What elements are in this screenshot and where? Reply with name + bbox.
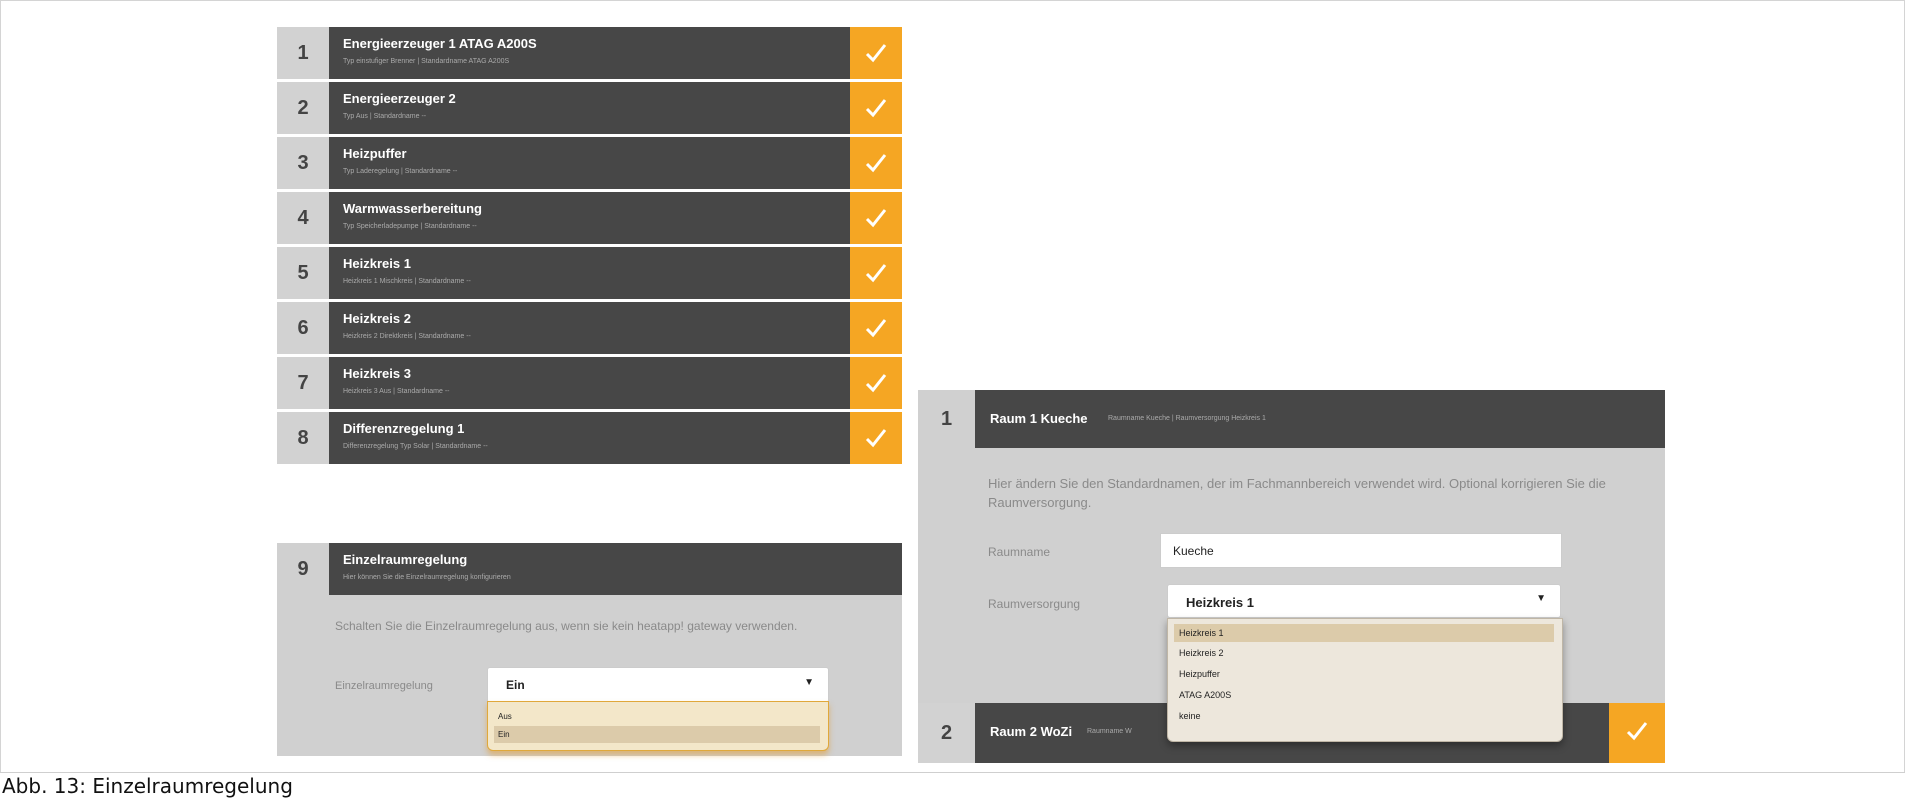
field-label: Raumversorgung [988, 597, 1081, 611]
dropdown-option[interactable]: ATAG A200S [1174, 686, 1554, 704]
step-header[interactable]: Energieerzeuger 2 Typ Aus | Standardname… [329, 82, 850, 134]
room-number: 1 [940, 408, 953, 430]
step-number: 1 [277, 27, 329, 79]
input-value: Kueche [1173, 544, 1214, 558]
step-header[interactable]: Warmwasserbereitung Typ Speicherladepump… [329, 192, 850, 244]
check-icon [850, 412, 902, 464]
check-icon [850, 82, 902, 134]
step-3[interactable]: 3 Heizpuffer Typ Laderegelung | Standard… [277, 137, 902, 189]
step-number: 2 [277, 82, 329, 134]
einzelraumregelung-select[interactable]: Ein ▼ [487, 667, 829, 703]
step-title: Heizkreis 2 [343, 311, 411, 326]
step-subtitle: Typ einstufiger Brenner | Standardname A… [343, 58, 510, 65]
step-subtitle: Heizkreis 2 Direktkreis | Standardname -… [343, 333, 471, 340]
step-2[interactable]: 2 Energieerzeuger 2 Typ Aus | Standardna… [277, 82, 902, 134]
room-number: 2 [918, 703, 975, 763]
step-subtitle: Hier können Sie die Einzelraumregelung k… [343, 574, 511, 581]
field-label: Einzelraumregelung [335, 680, 433, 692]
dropdown-list: Aus Ein [487, 701, 829, 751]
room-subtitle: Raumname Kueche | Raumversorgung Heizkre… [1108, 415, 1266, 422]
dropdown-option[interactable]: Heizpuffer [1174, 665, 1554, 683]
dropdown-option[interactable]: Heizkreis 1 [1174, 624, 1554, 642]
chevron-down-icon: ▼ [804, 677, 814, 688]
check-icon [1609, 703, 1665, 763]
step-5[interactable]: 5 Heizkreis 1 Heizkreis 1 Mischkreis | S… [277, 247, 902, 299]
step-header[interactable]: Heizkreis 1 Heizkreis 1 Mischkreis | Sta… [329, 247, 850, 299]
check-icon [850, 247, 902, 299]
step-header[interactable]: Energieerzeuger 1 ATAG A200S Typ einstuf… [329, 27, 850, 79]
step-header[interactable]: Heizkreis 3 Heizkreis 3 Aus | Standardna… [329, 357, 850, 409]
chevron-down-icon: ▼ [1536, 593, 1546, 604]
step-number: 9 [297, 558, 309, 580]
check-icon [850, 357, 902, 409]
dropdown-option[interactable]: Ein [494, 726, 820, 743]
step-header[interactable]: Differenzregelung 1 Differenzregelung Ty… [329, 412, 850, 464]
step-subtitle: Differenzregelung Typ Solar | Standardna… [343, 443, 488, 450]
select-value: Ein [506, 678, 525, 692]
step-title: Energieerzeuger 2 [343, 91, 456, 106]
raumname-input[interactable]: Kueche [1160, 533, 1562, 568]
step-8[interactable]: 8 Differenzregelung 1 Differenzregelung … [277, 412, 902, 464]
step-title: Einzelraumregelung [343, 552, 468, 567]
step-subtitle: Heizkreis 3 Aus | Standardname -- [343, 388, 450, 395]
step-title: Heizkreis 1 [343, 256, 411, 271]
figure-caption: Abb. 13: Einzelraumregelung [0, 772, 1905, 798]
check-icon [850, 27, 902, 79]
dropdown-option[interactable]: keine [1174, 707, 1554, 725]
dropdown-option[interactable]: Aus [494, 708, 820, 725]
room-header[interactable]: Raum 1 Kueche Raumname Kueche | Raumvers… [975, 390, 1665, 448]
step-1[interactable]: 1 Energieerzeuger 1 ATAG A200S Typ einst… [277, 27, 902, 79]
step-9: 9 Einzelraumregelung Hier können Sie die… [277, 543, 902, 756]
step-hint: Schalten Sie die Einzelraumregelung aus,… [335, 619, 798, 633]
step-title: Heizkreis 3 [343, 366, 411, 381]
step-number: 5 [277, 247, 329, 299]
step-subtitle: Typ Aus | Standardname -- [343, 113, 427, 120]
step-subtitle: Typ Laderegelung | Standardname -- [343, 168, 458, 175]
step-title: Warmwasserbereitung [343, 201, 482, 216]
step-4[interactable]: 4 Warmwasserbereitung Typ Speicherladepu… [277, 192, 902, 244]
check-icon [850, 192, 902, 244]
step-7[interactable]: 7 Heizkreis 3 Heizkreis 3 Aus | Standard… [277, 357, 902, 409]
field-label: Raumname [988, 545, 1051, 559]
step-number: 6 [277, 302, 329, 354]
step-subtitle: Heizkreis 1 Mischkreis | Standardname -- [343, 278, 471, 285]
raumversorgung-select[interactable]: Heizkreis 1 ▼ [1167, 584, 1561, 618]
room-hint: Hier ändern Sie den Standardnamen, der i… [988, 476, 1606, 510]
step-header[interactable]: Heizpuffer Typ Laderegelung | Standardna… [329, 137, 850, 189]
room-panel: 1 Raum 1 Kueche Raumname Kueche | Raumve… [918, 390, 1665, 763]
step-6[interactable]: 6 Heizkreis 2 Heizkreis 2 Direktkreis | … [277, 302, 902, 354]
room-title: Raum 1 Kueche [990, 411, 1088, 426]
step-title: Energieerzeuger 1 ATAG A200S [343, 36, 537, 51]
step-subtitle: Typ Speicherladepumpe | Standardname -- [343, 223, 477, 230]
step-number: 7 [277, 357, 329, 409]
check-icon [850, 137, 902, 189]
step-number: 8 [277, 412, 329, 464]
step-title: Heizpuffer [343, 146, 407, 161]
room-subtitle: Raumname W [1087, 728, 1132, 735]
step-number: 3 [277, 137, 329, 189]
step-header[interactable]: Heizkreis 2 Heizkreis 2 Direktkreis | St… [329, 302, 850, 354]
dropdown-list: Heizkreis 1 Heizkreis 2 Heizpuffer ATAG … [1167, 618, 1563, 742]
step-header[interactable]: Einzelraumregelung Hier können Sie die E… [329, 543, 902, 595]
step-number: 4 [277, 192, 329, 244]
dropdown-option[interactable]: Heizkreis 2 [1174, 644, 1554, 662]
step-title: Differenzregelung 1 [343, 421, 465, 436]
room-title: Raum 2 WoZi [990, 724, 1073, 739]
select-value: Heizkreis 1 [1186, 595, 1254, 610]
check-icon [850, 302, 902, 354]
